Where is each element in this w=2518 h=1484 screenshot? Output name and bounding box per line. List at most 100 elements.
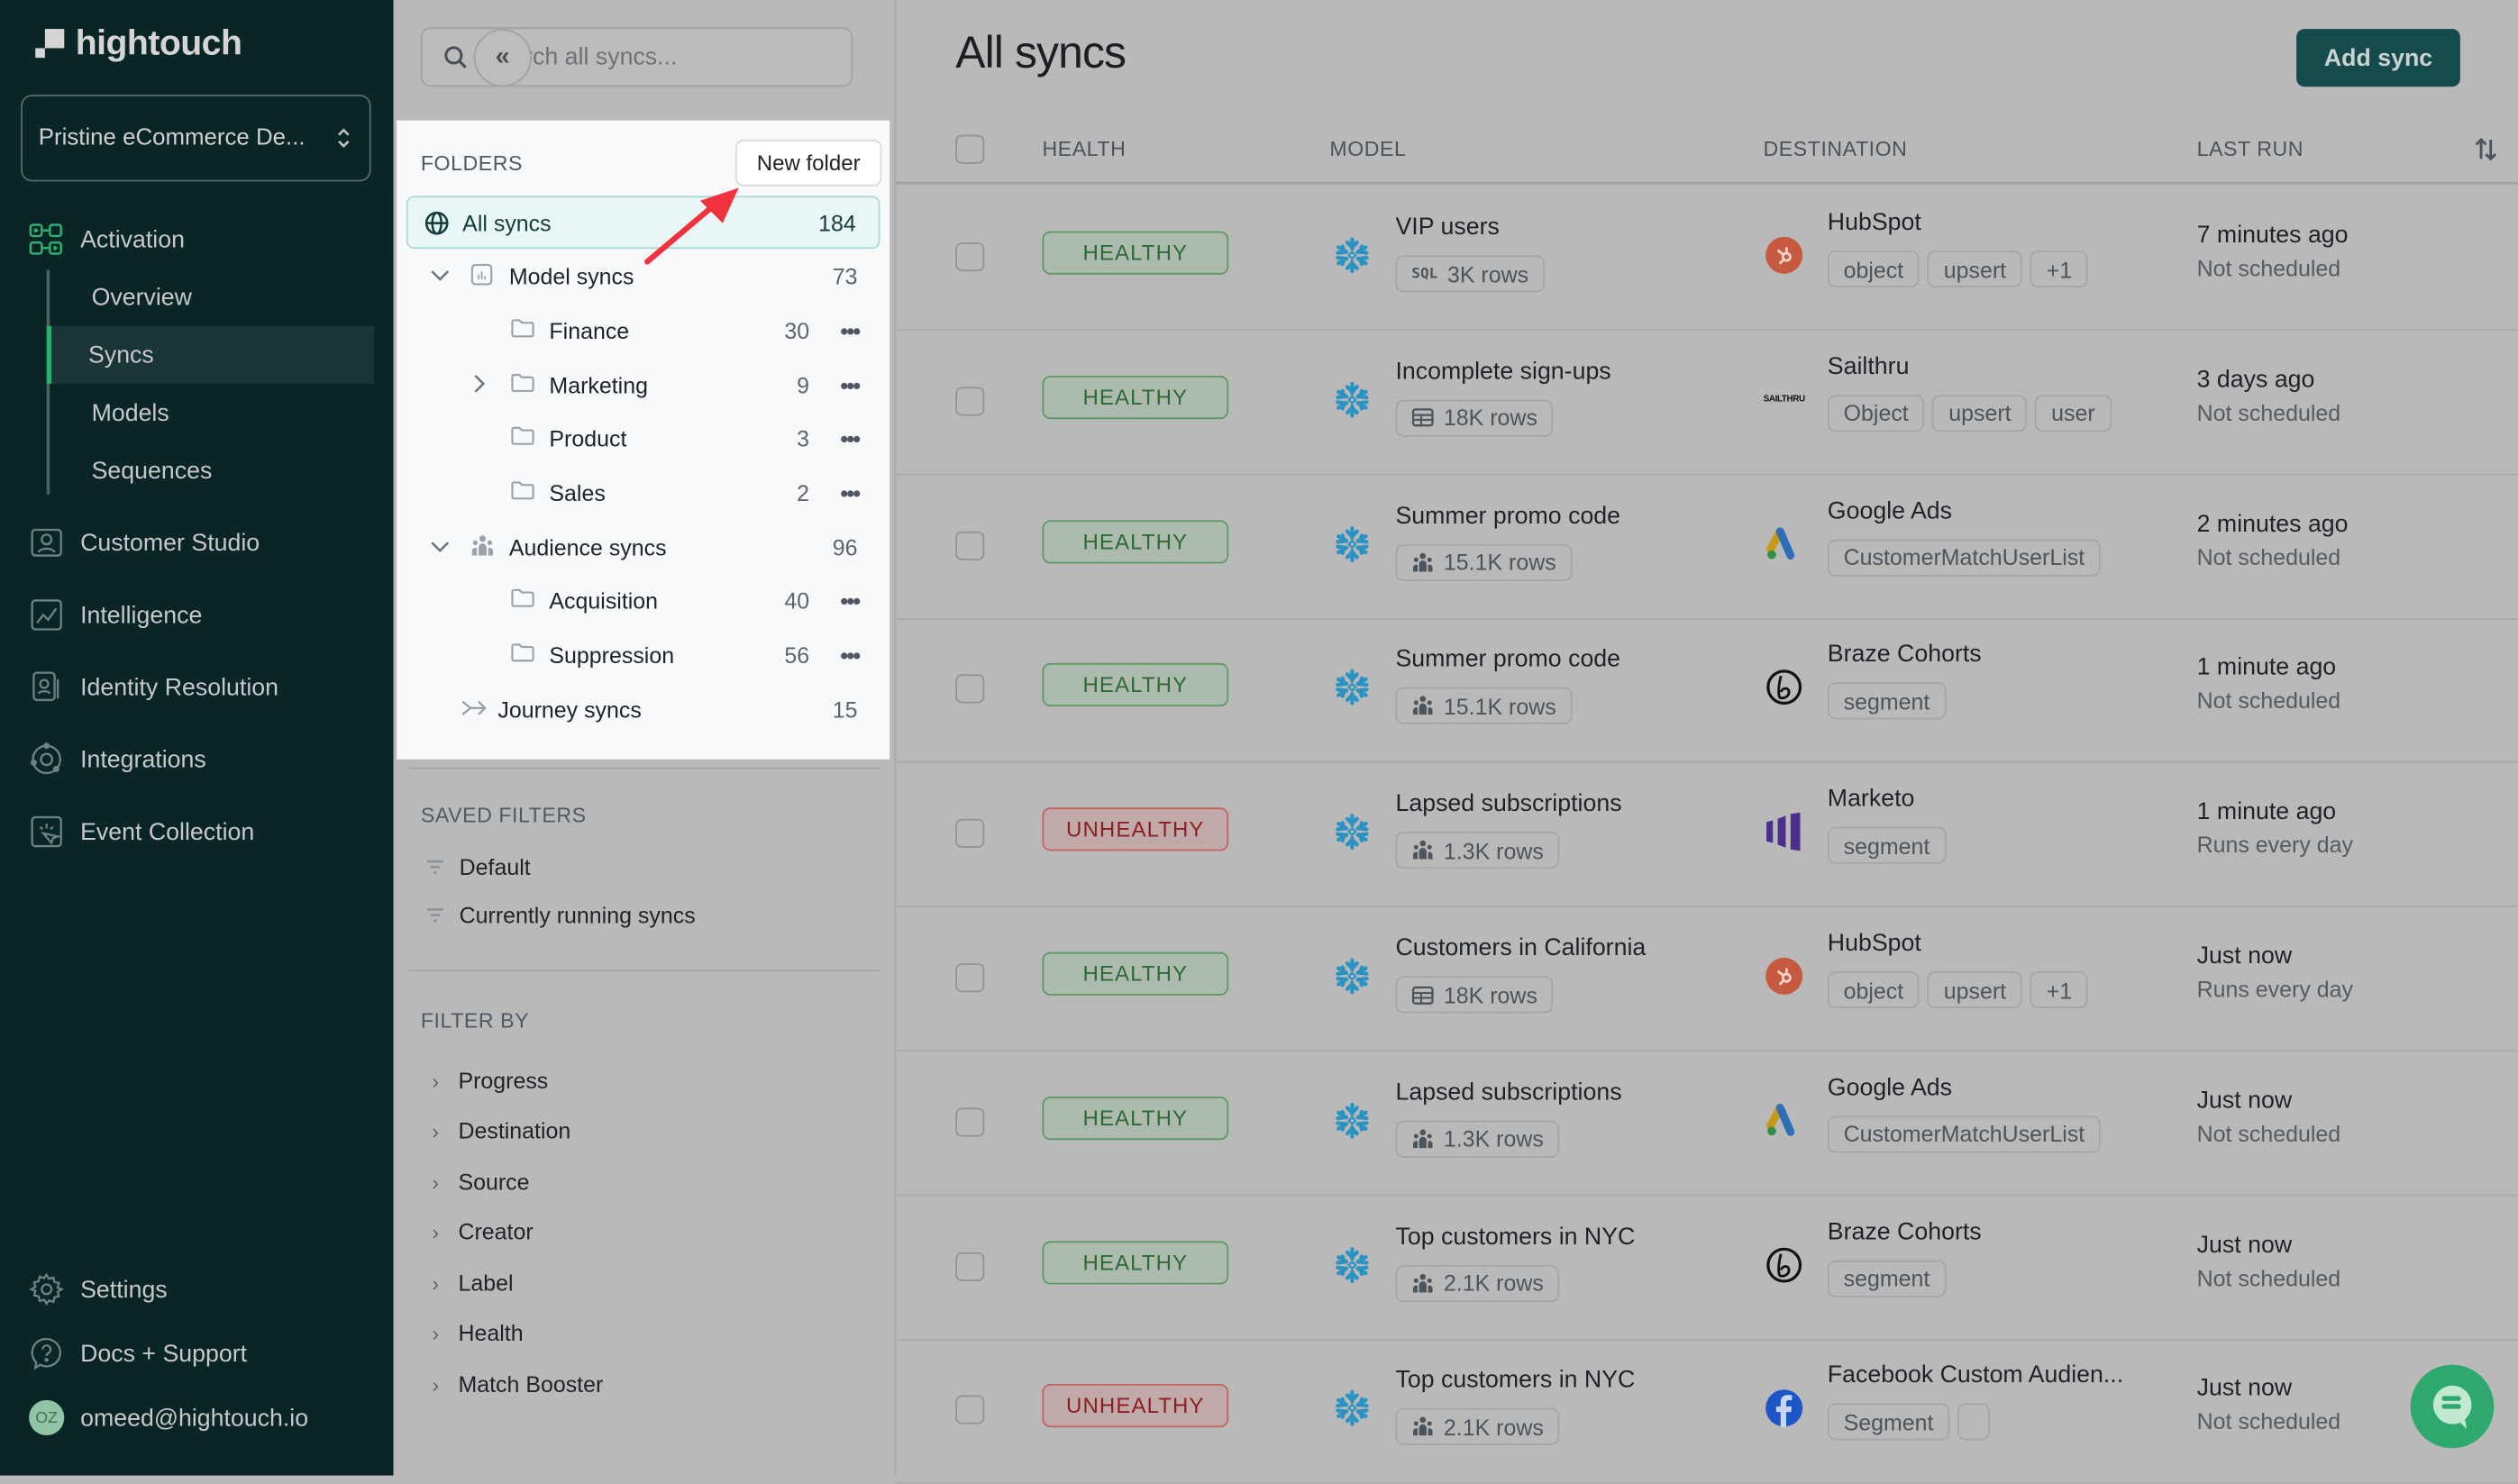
destination-name[interactable]: HubSpot (1828, 930, 1921, 957)
destination-name[interactable]: Google Ads (1828, 1074, 1952, 1101)
folder-model-syncs[interactable]: Model syncs 73 (397, 252, 890, 300)
filter-match-booster[interactable]: › Match Booster (432, 1371, 603, 1398)
row-checkbox[interactable] (955, 963, 985, 993)
chat-support-button[interactable] (2410, 1364, 2495, 1449)
subnav-sequences[interactable]: Sequences (50, 442, 378, 499)
folder-sales[interactable]: Sales 2 ••• (397, 469, 890, 516)
filter-health[interactable]: › Health (432, 1320, 523, 1346)
table-row[interactable]: HEALTHY VIP users SQL 3K rows HubSpot obj… (896, 187, 2518, 332)
destination-name[interactable]: Braze Cohorts (1828, 1218, 1982, 1245)
table-row[interactable]: HEALTHY Lapsed subscriptions 1.3K rows G… (896, 1052, 2518, 1197)
destination-tag: upsert (1932, 394, 2028, 432)
last-run-time: Just now (2196, 1230, 2293, 1259)
filter-label-item[interactable]: › Label (432, 1270, 513, 1296)
model-name[interactable]: Customers in California (1395, 934, 1646, 961)
folder-all-syncs[interactable]: All syncs 184 (406, 196, 880, 250)
user-menu[interactable]: OZ omeed@hightouch.io (29, 1398, 308, 1437)
filter-destination[interactable]: › Destination (432, 1117, 570, 1143)
model-name[interactable]: VIP users (1395, 214, 1499, 241)
folder-suppression[interactable]: Suppression 56 ••• (397, 631, 890, 678)
workspace-switcher[interactable]: Pristine eCommerce De... (21, 95, 371, 182)
folder-product[interactable]: Product 3 ••• (397, 414, 890, 462)
schedule-status: Runs every day (2196, 976, 2353, 1002)
more-options-icon[interactable]: ••• (840, 587, 861, 614)
model-name[interactable]: Summer promo code (1395, 502, 1620, 529)
row-checkbox[interactable] (955, 1252, 985, 1281)
filter-creator[interactable]: › Creator (432, 1218, 533, 1244)
row-checkbox[interactable] (955, 1107, 985, 1137)
subnav-models[interactable]: Models (50, 384, 378, 442)
model-name[interactable]: Top customers in NYC (1395, 1223, 1635, 1250)
nav-customer-studio[interactable]: Customer Studio (29, 523, 260, 562)
table-row[interactable]: HEALTHY Incomplete sign-ups 18K rows SAI… (896, 331, 2518, 476)
saved-filter-default[interactable]: Default (425, 854, 531, 879)
destination-name[interactable]: HubSpot (1828, 209, 1921, 236)
model-source-icon (1335, 380, 1370, 419)
model-name[interactable]: Lapsed subscriptions (1395, 1079, 1621, 1106)
new-folder-button[interactable]: New folder (735, 140, 882, 187)
folder-journey-syncs[interactable]: Journey syncs 15 (397, 686, 890, 733)
table-row[interactable]: UNHEALTHY Top customers in NYC 2.1K rows… (896, 1340, 2518, 1484)
saved-filter-running[interactable]: Currently running syncs (425, 902, 696, 928)
row-checkbox[interactable] (955, 1396, 985, 1425)
subnav-syncs[interactable]: Syncs (46, 325, 375, 384)
row-checkbox[interactable] (955, 242, 985, 272)
user-email: omeed@hightouch.io (80, 1404, 309, 1432)
folder-audience-syncs[interactable]: Audience syncs 96 (397, 523, 890, 571)
row-checkbox[interactable] (955, 387, 985, 416)
chevron-down-icon[interactable] (429, 533, 452, 560)
table-row[interactable]: UNHEALTHY Lapsed subscriptions 1.3K rows… (896, 763, 2518, 908)
brand-logo[interactable]: hightouch (35, 23, 242, 64)
subnav-overview[interactable]: Overview (50, 269, 378, 326)
model-name[interactable]: Incomplete sign-ups (1395, 358, 1610, 385)
column-header-model[interactable]: MODEL (1329, 136, 1406, 160)
table-row[interactable]: HEALTHY Summer promo code 15.1K rows Bra… (896, 619, 2518, 764)
row-checkbox[interactable] (955, 531, 985, 560)
model-name[interactable]: Top customers in NYC (1395, 1367, 1635, 1394)
snowflake-icon (1336, 1102, 1369, 1139)
folder-marketing[interactable]: Marketing 9 ••• (397, 361, 890, 409)
destination-name[interactable]: Facebook Custom Audien... (1828, 1362, 2123, 1389)
folder-label: Product (549, 425, 627, 451)
audience-icon (470, 533, 495, 560)
folder-acquisition[interactable]: Acquisition 40 ••• (397, 577, 890, 624)
folder-count: 56 (784, 642, 810, 669)
more-options-icon[interactable]: ••• (840, 318, 861, 344)
nav-activation[interactable]: Activation (29, 220, 185, 259)
add-sync-button[interactable]: Add sync (2296, 29, 2460, 87)
destination-name[interactable]: Braze Cohorts (1828, 642, 1982, 669)
table-row[interactable]: HEALTHY Summer promo code 15.1K rows Goo… (896, 475, 2518, 620)
select-all-checkbox[interactable] (955, 134, 985, 164)
column-header-destination[interactable]: DESTINATION (1764, 136, 1908, 160)
nav-docs-support[interactable]: Docs + Support (29, 1334, 247, 1373)
destination-name[interactable]: Google Ads (1828, 497, 1952, 524)
chevron-down-icon[interactable] (429, 262, 452, 289)
destination-name[interactable]: Sailthru (1828, 353, 1910, 380)
filter-progress[interactable]: › Progress (432, 1068, 548, 1094)
folder-finance[interactable]: Finance 30 ••• (397, 306, 890, 354)
nav-identity-resolution[interactable]: Identity Resolution (29, 668, 278, 706)
row-checkbox[interactable] (955, 819, 985, 849)
table-row[interactable]: HEALTHY Customers in California 18K rows… (896, 907, 2518, 1052)
nav-settings[interactable]: Settings (29, 1270, 168, 1308)
sort-icon[interactable] (2473, 136, 2499, 162)
destination-tags: object upsert +1 (1827, 250, 2088, 287)
table-row[interactable]: HEALTHY Top customers in NYC 2.1K rows B… (896, 1196, 2518, 1341)
collapse-panel-button[interactable]: « (473, 29, 532, 87)
filter-source[interactable]: › Source (432, 1169, 529, 1195)
more-options-icon[interactable]: ••• (840, 642, 861, 669)
chevron-right-icon[interactable] (469, 372, 488, 399)
nav-event-collection[interactable]: Event Collection (29, 813, 254, 851)
model-name[interactable]: Lapsed subscriptions (1395, 790, 1621, 817)
model-name[interactable]: Summer promo code (1395, 646, 1620, 673)
row-checkbox[interactable] (955, 675, 985, 705)
destination-name[interactable]: Marketo (1828, 786, 1915, 813)
more-options-icon[interactable]: ••• (840, 425, 861, 451)
nav-intelligence[interactable]: Intelligence (29, 596, 202, 634)
column-header-health[interactable]: HEALTH (1042, 136, 1126, 160)
more-options-icon[interactable]: ••• (840, 480, 861, 506)
more-options-icon[interactable]: ••• (840, 372, 861, 398)
column-header-last-run[interactable]: LAST RUN (2197, 136, 2304, 160)
nav-integrations[interactable]: Integrations (29, 740, 206, 778)
folder-label: Marketing (549, 372, 648, 398)
